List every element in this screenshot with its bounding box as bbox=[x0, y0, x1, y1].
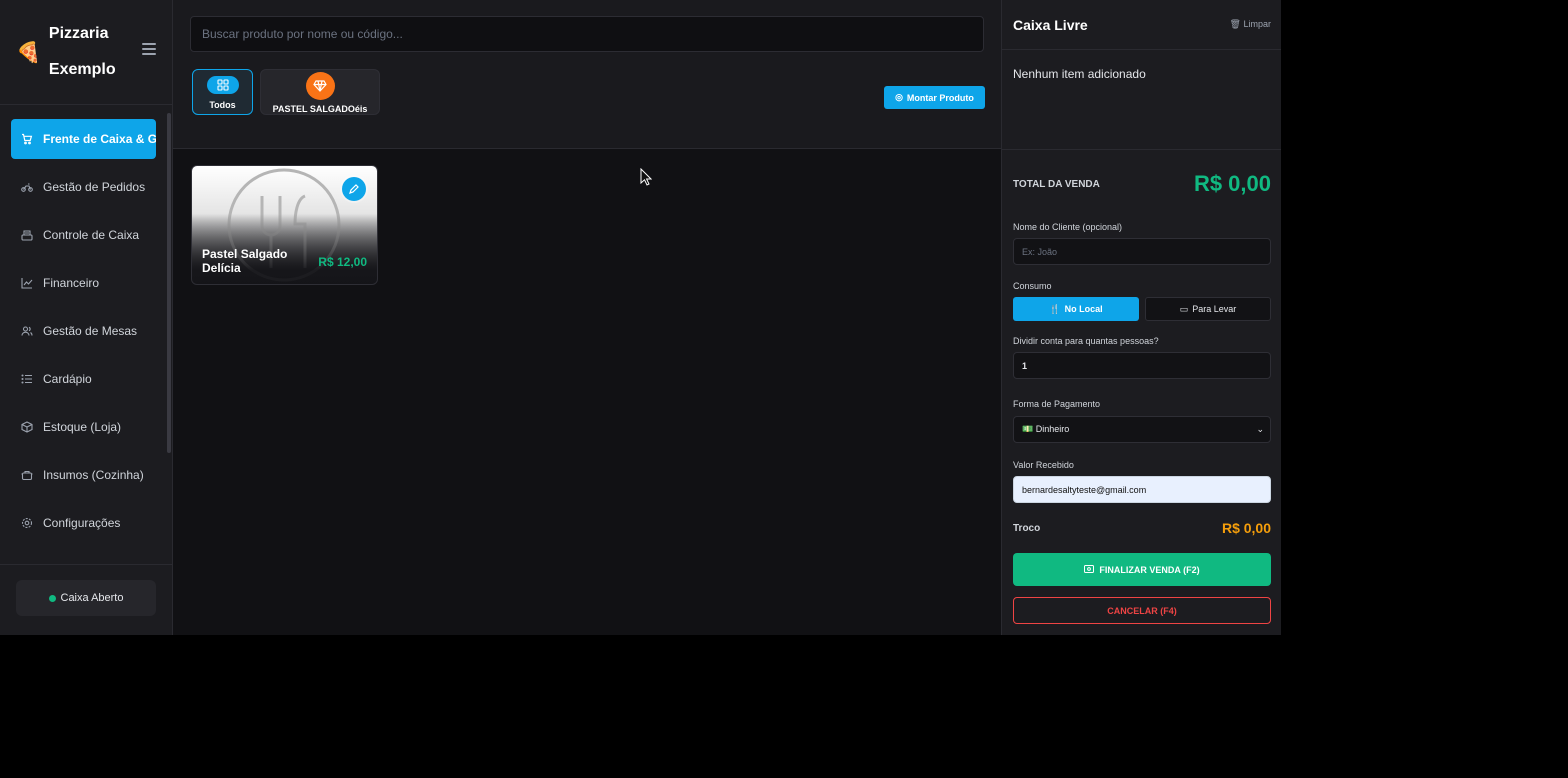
cart-items: Nenhum item adicionado bbox=[1002, 50, 1281, 150]
total-value: R$ 0,00 bbox=[1193, 171, 1271, 196]
troco-label: Troco bbox=[1013, 523, 1041, 534]
cancel-sale-button[interactable]: CANCELAR (F4) bbox=[1013, 597, 1271, 624]
sidebar-item-label: Controle de Caixa bbox=[43, 228, 140, 242]
sidebar-item-label: Cardápio bbox=[43, 372, 92, 386]
received-label: Valor Recebido bbox=[1013, 460, 1074, 470]
sidebar-item-label: Financeiro bbox=[43, 276, 100, 290]
sidebar-item-label: Gestão de Pedidos bbox=[43, 180, 146, 194]
brand-name: Pizzaria Exemplo bbox=[48, 25, 116, 78]
box-icon bbox=[21, 421, 33, 433]
split-label: Dividir conta para quantas pessoas? bbox=[1013, 336, 1159, 346]
clear-cart-button[interactable]: 🗑 Limpar bbox=[1230, 19, 1271, 30]
consumo-label: Consumo bbox=[1013, 281, 1052, 291]
pot-icon bbox=[21, 469, 33, 481]
checkout-header: Caixa Livre 🗑 Limpar bbox=[1002, 0, 1281, 50]
consumo-no-local-button[interactable]: 🍴 No Local bbox=[1013, 297, 1139, 321]
sidebar-item-controle-de-caixa[interactable]: Controle de Caixa bbox=[11, 215, 156, 255]
sidebar-item-label: Gestão de Mesas bbox=[43, 324, 138, 338]
cash-status-label: Caixa Aberto bbox=[60, 592, 124, 604]
finalize-sale-button[interactable]: FINALIZAR VENDA (F2) bbox=[1013, 553, 1271, 586]
total-label: TOTAL DA VENDA bbox=[1013, 179, 1100, 190]
split-value: 1 bbox=[1022, 360, 1028, 371]
chart-line-icon bbox=[21, 277, 33, 289]
sidebar-item-insumos[interactable]: Insumos (Cozinha) bbox=[11, 455, 156, 495]
pencil-icon bbox=[349, 184, 359, 194]
layers-icon: ◎ bbox=[895, 92, 903, 102]
sidebar-item-gestao-de-pedidos[interactable]: Gestão de Pedidos bbox=[11, 167, 156, 207]
consumo-no-local-label: No Local bbox=[1064, 304, 1103, 314]
users-icon bbox=[21, 325, 33, 337]
troco-value: R$ 0,00 bbox=[1221, 520, 1271, 536]
product-price: R$ 12,00 bbox=[318, 255, 367, 269]
hamburger-menu-icon[interactable] bbox=[142, 43, 156, 55]
empty-cart-text: Nenhum item adicionado bbox=[1013, 67, 1146, 81]
sidebar-item-label: Insumos (Cozinha) bbox=[43, 468, 144, 482]
payment-label: Forma de Pagamento bbox=[1013, 399, 1101, 409]
cash-register-icon bbox=[21, 229, 33, 241]
finalize-sale-label: FINALIZAR VENDA (F2) bbox=[1099, 564, 1200, 575]
utensils-icon: 🍴 bbox=[1049, 303, 1061, 314]
product-card[interactable]: Pastel Salgado Delícia R$ 12,00 bbox=[191, 165, 378, 285]
payment-value: 💵 Dinheiro bbox=[1022, 424, 1070, 434]
product-name: Pastel Salgado Delícia bbox=[202, 247, 288, 275]
received-value: bernardesaltyteste@gmail.com bbox=[1022, 484, 1147, 495]
sidebar-nav: Frente de Caixa & Gestor Gestão de Pedid… bbox=[0, 105, 172, 559]
sidebar-item-estoque[interactable]: Estoque (Loja) bbox=[11, 407, 156, 447]
clear-cart-label: Limpar bbox=[1243, 19, 1271, 29]
sidebar-footer: Caixa Aberto bbox=[0, 564, 172, 635]
sidebar-item-configuracoes[interactable]: Configurações bbox=[11, 503, 156, 543]
product-toolbar: Todos PASTEL SALGADOéis ◎ Montar Produto bbox=[173, 0, 1001, 149]
category-todos[interactable]: Todos bbox=[192, 69, 253, 115]
checkout-panel: Caixa Livre 🗑 Limpar Nenhum item adicion… bbox=[1001, 0, 1281, 635]
category-pastel-salgado[interactable]: PASTEL SALGADOéis bbox=[260, 69, 380, 115]
app-window: 🍕 Pizzaria Exemplo Frente de Caixa & Ges… bbox=[0, 0, 1281, 635]
payment-method-select[interactable]: 💵 Dinheiro ⌄ bbox=[1013, 416, 1271, 443]
category-label: Todos bbox=[209, 100, 236, 110]
grid-icon bbox=[206, 76, 239, 94]
product-search-input[interactable] bbox=[190, 16, 984, 52]
sidebar-item-gestao-de-mesas[interactable]: Gestão de Mesas bbox=[11, 311, 156, 351]
pizza-icon: 🍕 bbox=[16, 41, 41, 64]
status-dot-icon bbox=[48, 594, 56, 602]
cash-status-badge: Caixa Aberto bbox=[16, 580, 156, 616]
gem-icon bbox=[305, 72, 335, 100]
checkout-title: Caixa Livre bbox=[1013, 17, 1088, 33]
category-label: PASTEL SALGADOéis bbox=[272, 104, 368, 114]
sidebar-item-label: Estoque (Loja) bbox=[43, 420, 122, 434]
cancel-sale-label: CANCELAR (F4) bbox=[1107, 605, 1177, 616]
client-name-input[interactable] bbox=[1013, 238, 1271, 265]
sidebar-item-label: Configurações bbox=[43, 516, 121, 530]
received-value-input[interactable]: bernardesaltyteste@gmail.com bbox=[1013, 476, 1271, 503]
consumo-para-levar-button[interactable]: ▭ Para Levar bbox=[1145, 297, 1271, 321]
montar-produto-button[interactable]: ◎ Montar Produto bbox=[884, 86, 985, 109]
gear-icon bbox=[21, 517, 33, 529]
chevron-down-icon: ⌄ bbox=[1256, 424, 1264, 434]
client-name-label: Nome do Cliente (opcional) bbox=[1013, 222, 1123, 232]
motorcycle-icon bbox=[21, 181, 33, 193]
sidebar-item-financeiro[interactable]: Financeiro bbox=[11, 263, 156, 303]
sidebar-item-label: Frente de Caixa & Gestor bbox=[43, 132, 156, 146]
mouse-cursor-icon bbox=[640, 168, 652, 186]
list-icon bbox=[21, 373, 33, 385]
brand: 🍕 Pizzaria Exemplo bbox=[0, 0, 172, 105]
sidebar-scrollbar[interactable] bbox=[167, 113, 171, 453]
edit-product-button[interactable] bbox=[342, 177, 366, 201]
sidebar-item-cardapio[interactable]: Cardápio bbox=[11, 359, 156, 399]
split-people-input[interactable]: 1 bbox=[1013, 352, 1271, 379]
consumo-para-levar-label: Para Levar bbox=[1192, 304, 1237, 314]
trash-icon: 🗑 bbox=[1229, 19, 1241, 29]
bag-icon: ▭ bbox=[1179, 303, 1189, 314]
cart-icon bbox=[21, 133, 33, 145]
money-icon bbox=[1084, 564, 1095, 575]
montar-produto-label: Montar Produto bbox=[906, 92, 974, 103]
sidebar: 🍕 Pizzaria Exemplo Frente de Caixa & Ges… bbox=[0, 0, 173, 635]
main-content: Todos PASTEL SALGADOéis ◎ Montar Produto bbox=[173, 0, 1001, 635]
sidebar-item-frente-de-caixa[interactable]: Frente de Caixa & Gestor bbox=[11, 119, 156, 159]
